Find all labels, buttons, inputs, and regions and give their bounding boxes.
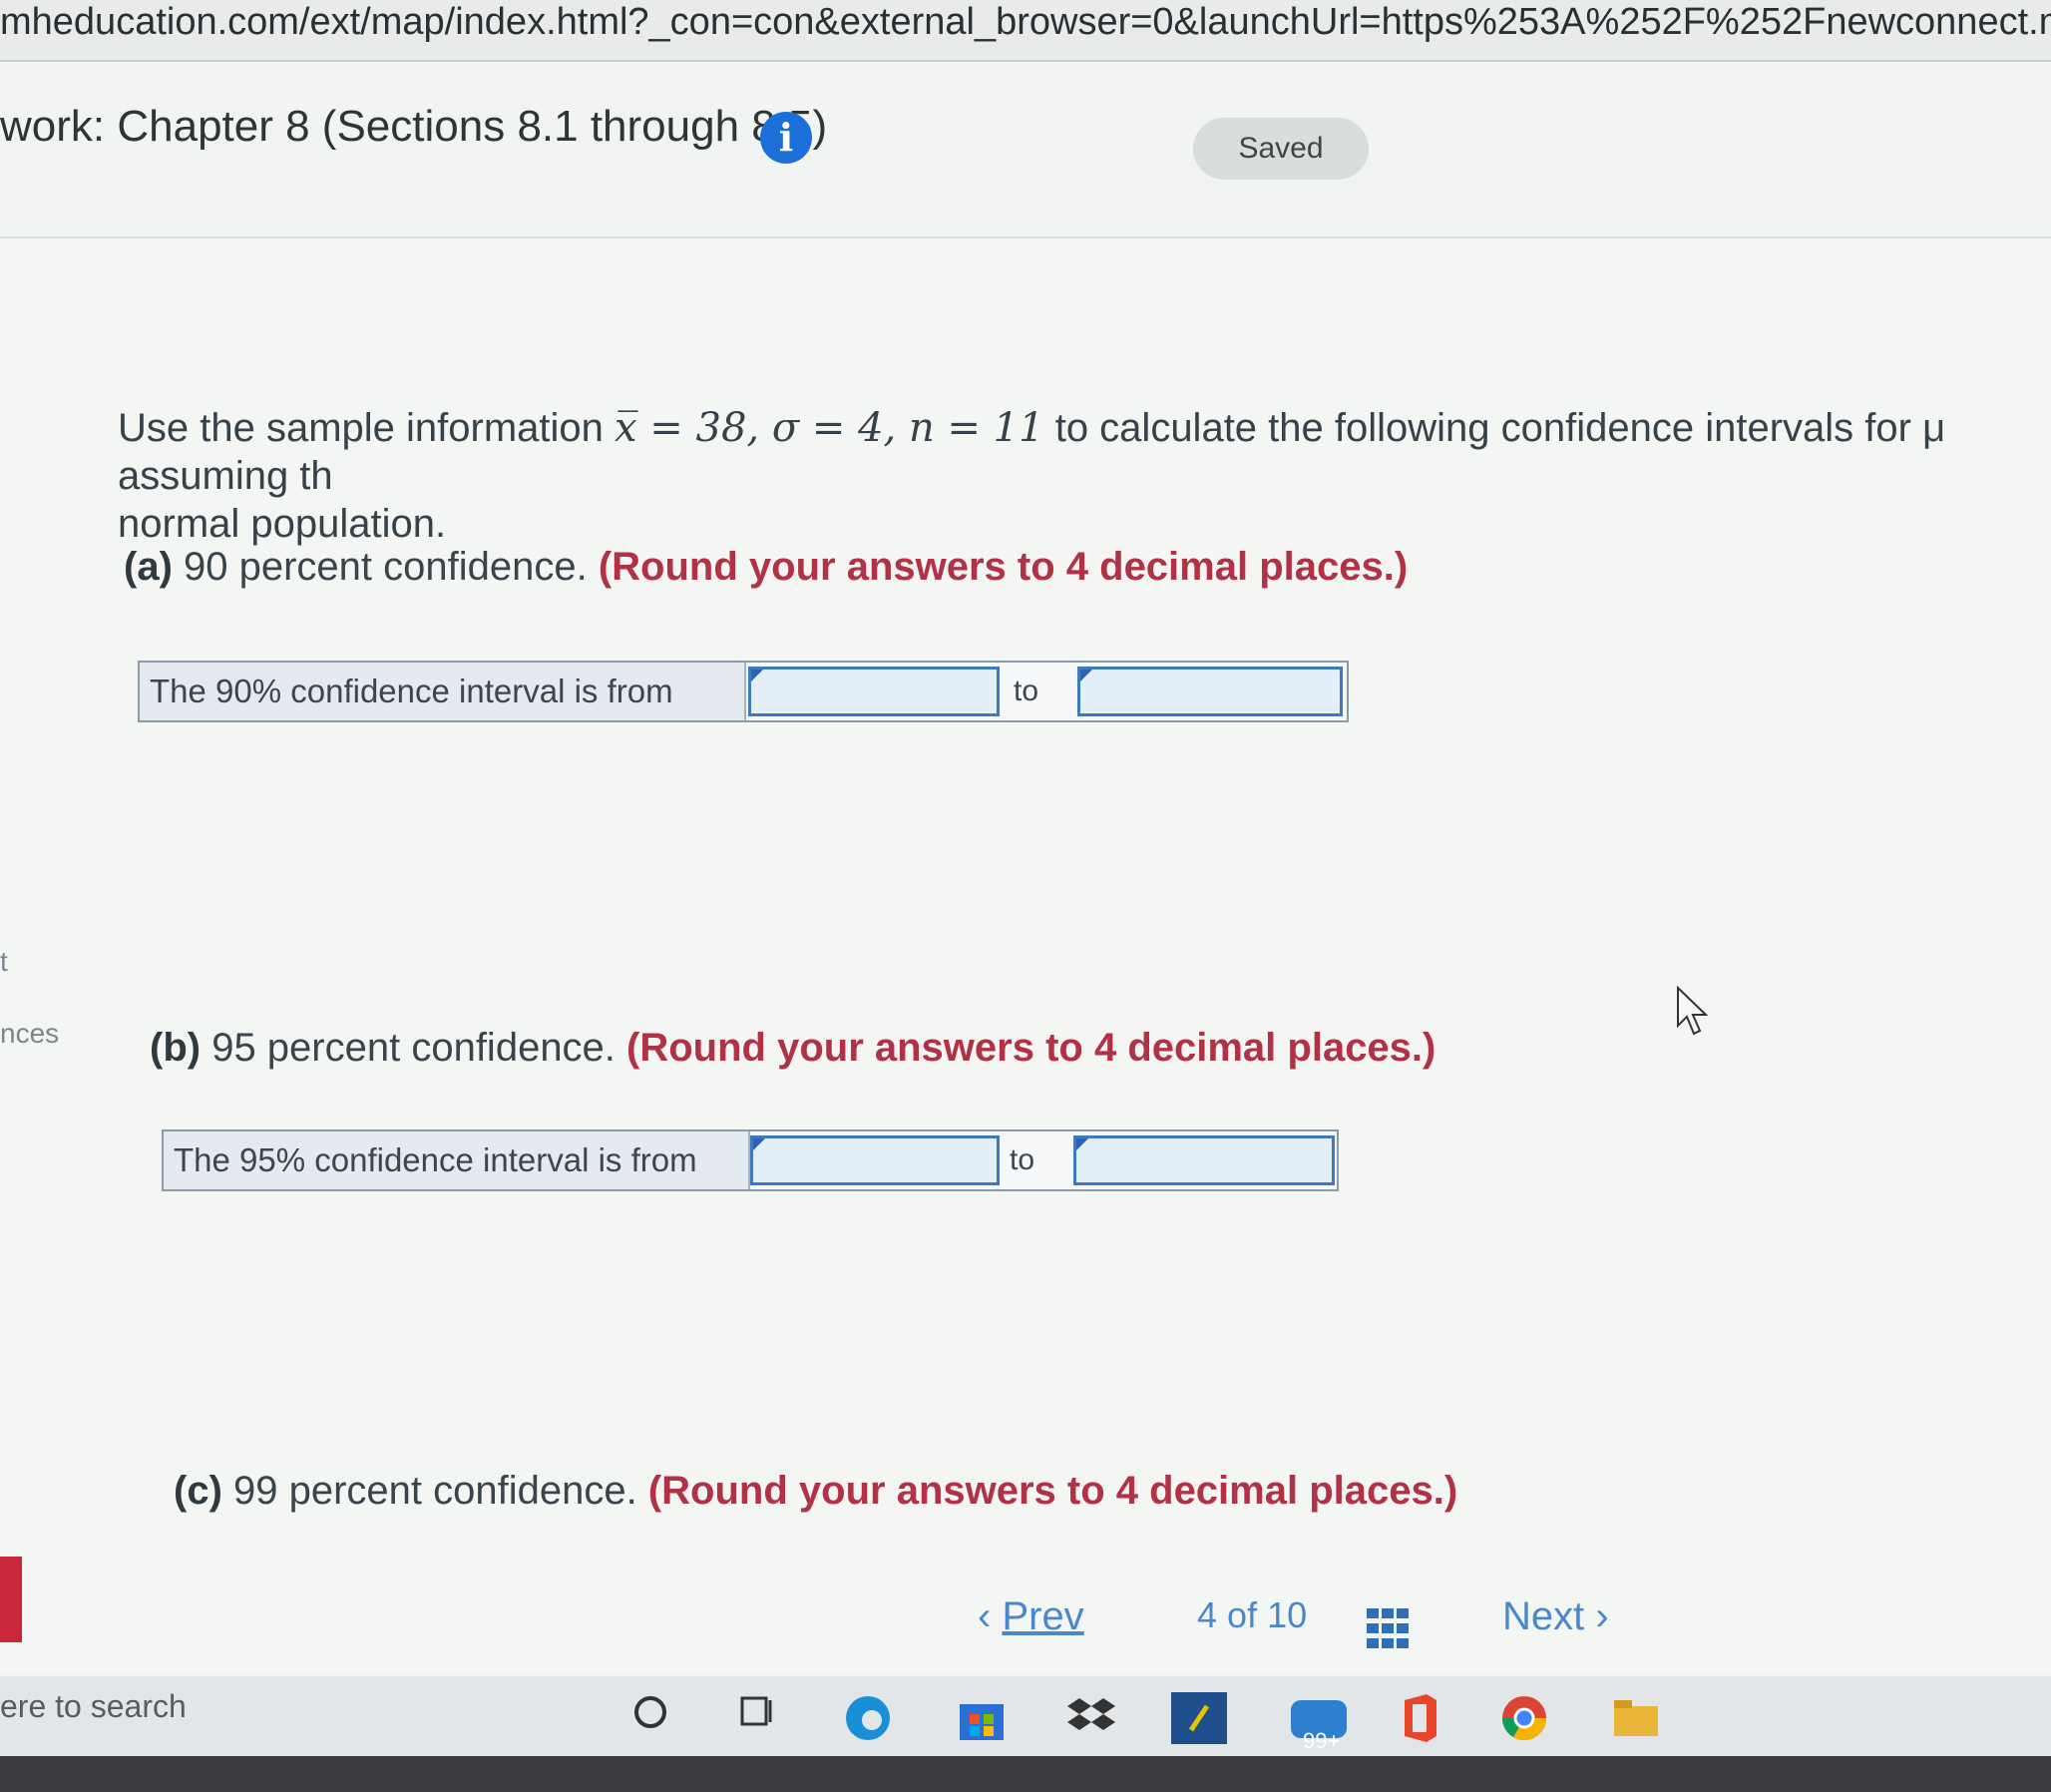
file-explorer-icon[interactable] bbox=[1610, 1692, 1662, 1744]
part-c-text: 99 percent confidence. bbox=[221, 1469, 648, 1513]
problem-givens: x̅ = 38, σ = 4, n = 11 bbox=[615, 405, 1044, 451]
part-c-instruction: (Round your answers to 4 decimal places.… bbox=[647, 1469, 1458, 1513]
part-b-prompt: (b) 95 percent confidence. (Round your a… bbox=[150, 1026, 1436, 1071]
store-icon[interactable] bbox=[956, 1692, 1008, 1744]
problem-intro-line2: normal population. bbox=[118, 502, 447, 546]
part-b-interval-row: The 95% confidence interval is from to bbox=[162, 1129, 1339, 1191]
chevron-left-icon: ‹ bbox=[978, 1594, 1003, 1638]
page-current: 4 bbox=[1197, 1594, 1218, 1635]
part-b-text: 95 percent confidence. bbox=[201, 1026, 627, 1070]
chevron-right-icon: › bbox=[1584, 1594, 1609, 1638]
part-c-letter: (c) bbox=[174, 1469, 222, 1513]
prev-label: Prev bbox=[1002, 1594, 1084, 1638]
part-b-lower-input[interactable] bbox=[750, 1135, 1000, 1185]
part-a-text: 90 percent confidence. bbox=[172, 545, 599, 589]
screen-bezel bbox=[0, 1756, 2051, 1792]
side-tab[interactable] bbox=[0, 1557, 22, 1642]
sidebar-fragment-nces: nces bbox=[0, 1018, 60, 1049]
address-bar[interactable]: mheducation.com/ext/map/index.html?_con=… bbox=[0, 0, 2051, 62]
info-icon[interactable]: i bbox=[760, 112, 812, 164]
task-view-icon[interactable] bbox=[738, 1692, 778, 1732]
part-a-prompt: (a) 90 percent confidence. (Round your a… bbox=[124, 545, 1408, 590]
app-icon[interactable] bbox=[1171, 1692, 1227, 1744]
taskbar bbox=[0, 1676, 2051, 1756]
part-a-to-label: to bbox=[1014, 674, 1039, 707]
chrome-icon[interactable] bbox=[1498, 1692, 1550, 1744]
part-b-upper-input[interactable] bbox=[1073, 1135, 1335, 1185]
part-b-letter: (b) bbox=[150, 1026, 202, 1070]
mail-badge: 99+ bbox=[1303, 1728, 1341, 1753]
dropbox-icon[interactable] bbox=[1065, 1692, 1117, 1744]
part-a-instruction: (Round your answers to 4 decimal places.… bbox=[598, 545, 1409, 589]
page-of: of 10 bbox=[1227, 1594, 1308, 1635]
part-b-to-label: to bbox=[1010, 1143, 1035, 1176]
saved-status-badge: Saved bbox=[1193, 118, 1369, 180]
question-grid-icon[interactable] bbox=[1367, 1608, 1409, 1648]
prev-button[interactable]: ‹ Prev bbox=[978, 1594, 1084, 1639]
part-a-upper-input[interactable] bbox=[1077, 667, 1343, 716]
url-text[interactable]: mheducation.com/ext/map/index.html?_con=… bbox=[0, 3, 2051, 41]
part-a-interval-label: The 90% confidence interval is from bbox=[140, 663, 746, 720]
part-a-lower-input[interactable] bbox=[748, 667, 1000, 716]
edge-icon[interactable] bbox=[842, 1692, 894, 1744]
part-a-letter: (a) bbox=[124, 545, 173, 589]
next-label: Next bbox=[1502, 1594, 1585, 1638]
problem-intro: Use the sample information bbox=[118, 406, 615, 450]
problem-statement: Use the sample information x̅ = 38, σ = … bbox=[118, 404, 2051, 548]
part-b-interval-label: The 95% confidence interval is from bbox=[164, 1131, 750, 1189]
next-button[interactable]: Next › bbox=[1502, 1594, 1609, 1639]
office-icon[interactable] bbox=[1397, 1692, 1442, 1744]
cortana-icon[interactable] bbox=[630, 1692, 670, 1732]
part-a-interval-row: The 90% confidence interval is from to bbox=[138, 661, 1349, 722]
part-c-prompt: (c) 99 percent confidence. (Round your a… bbox=[174, 1469, 1457, 1514]
sidebar-fragment-t: t bbox=[0, 946, 8, 977]
part-b-instruction: (Round your answers to 4 decimal places.… bbox=[626, 1026, 1436, 1070]
mouse-cursor-icon bbox=[1677, 986, 1709, 1036]
page-indicator: 4 of 10 bbox=[1197, 1594, 1307, 1636]
taskbar-search[interactable]: ere to search bbox=[0, 1688, 187, 1725]
assignment-title: work: Chapter 8 (Sections 8.1 through 8.… bbox=[0, 102, 828, 151]
